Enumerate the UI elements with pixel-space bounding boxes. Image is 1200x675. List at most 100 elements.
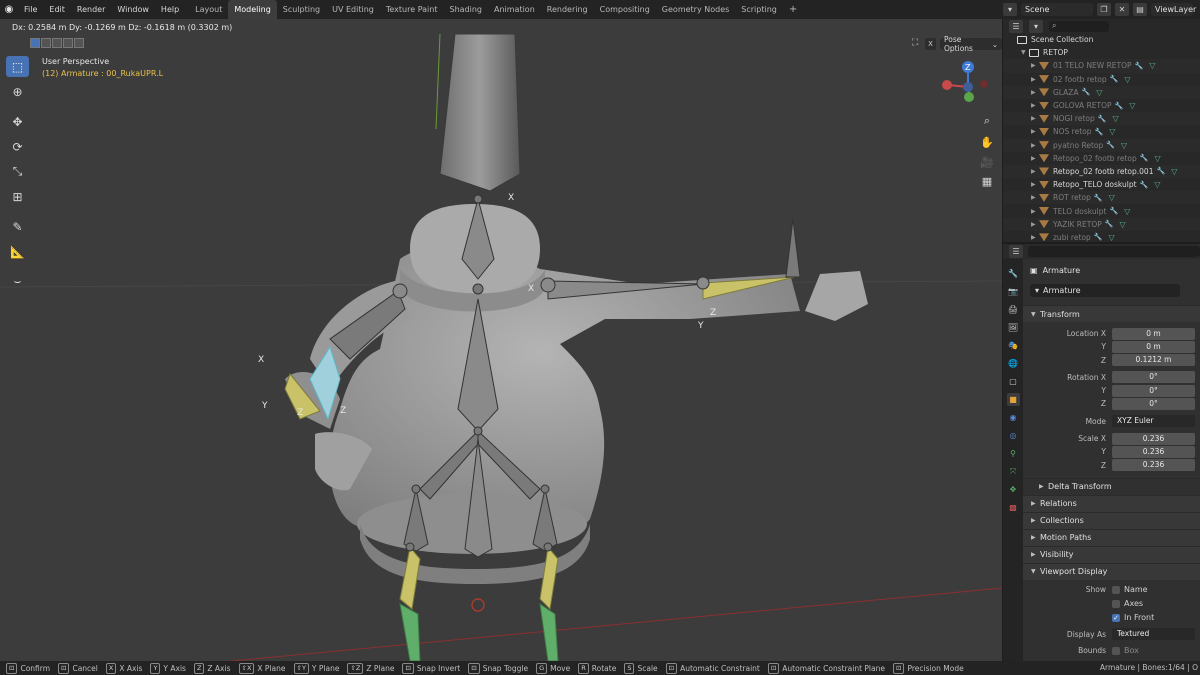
scale-y-field[interactable]: 0.236 [1112, 445, 1195, 458]
scene-tab-icon[interactable]: 🎭 [1007, 339, 1020, 352]
expand-arrow-icon[interactable]: ▶ [1031, 194, 1039, 201]
bounds-type-value[interactable]: Box [1124, 646, 1139, 655]
retop-collection-row[interactable]: ▼ RETOP [1003, 46, 1200, 59]
outliner-item[interactable]: ▶ NOS retop 🔧 ▽ [1003, 125, 1200, 138]
collection-tab-icon[interactable]: ▢ [1007, 375, 1020, 388]
display-mode-icon[interactable]: ▾ [1029, 19, 1043, 33]
select-mode-extend[interactable] [41, 38, 51, 48]
outliner-item[interactable]: ▶ GLAZA 🔧 ▽ [1003, 85, 1200, 99]
transform-panel-header[interactable]: ▼ Transform [1023, 305, 1200, 322]
rotation-mode-select[interactable]: XYZ Euler [1112, 415, 1195, 428]
outliner-item[interactable]: ▶ YAZIK RETOP 🔧 ▽ [1003, 217, 1200, 231]
scale-z-field[interactable]: 0.236 [1112, 459, 1195, 472]
navigation-gizmo[interactable]: Z [938, 57, 998, 117]
add-workspace-button[interactable]: + [783, 4, 803, 15]
outliner-search-input[interactable]: ⌕ [1049, 20, 1109, 32]
tab-geometry-nodes[interactable]: Geometry Nodes [656, 0, 735, 19]
view-layer-field[interactable]: ViewLayer [1151, 3, 1196, 16]
scene-name-field[interactable]: Scene [1021, 3, 1093, 16]
location-y-field[interactable]: 0 m [1112, 340, 1195, 353]
view-layer-tab-icon[interactable]: 🖼 [1007, 321, 1020, 334]
outliner-item[interactable]: ▶ NOGI retop 🔧 ▽ [1003, 112, 1200, 126]
expand-arrow-icon[interactable]: ▶ [1031, 142, 1039, 149]
object-name-field[interactable]: ▾ Armature [1030, 283, 1180, 297]
expand-arrow-icon[interactable]: ▶ [1031, 181, 1039, 188]
relations-header[interactable]: ▶ Relations [1023, 494, 1200, 512]
modifier-tab-icon[interactable]: ◉ [1007, 411, 1020, 424]
tab-texture-paint[interactable]: Texture Paint [380, 0, 444, 19]
scale-tool-icon[interactable]: ⤡ [6, 161, 29, 182]
bone-tab-icon[interactable]: ✥ [1007, 483, 1020, 496]
outliner-item[interactable]: ▶ 01 TELO NEW RETOP 🔧 ▽ [1003, 59, 1200, 73]
menu-render[interactable]: Render [71, 0, 111, 19]
rotate-tool-icon[interactable]: ⟳ [6, 136, 29, 157]
show-name-checkbox[interactable] [1112, 585, 1120, 594]
tab-uv-editing[interactable]: UV Editing [326, 0, 380, 19]
scale-x-field[interactable]: 0.236 [1112, 432, 1195, 445]
select-mode-invert[interactable] [63, 38, 73, 48]
viewport-scene[interactable]: X X X Y Z Z Y Z [0, 19, 1002, 661]
rotation-y-field[interactable]: 0° [1112, 384, 1195, 397]
select-mode-intersect[interactable] [74, 38, 84, 48]
rotation-x-field[interactable]: 0° [1112, 371, 1195, 384]
outliner-item[interactable]: ▶ Retopo_02 footb retop 🔧 ▽ [1003, 152, 1200, 165]
view-layer-icon[interactable]: ▤ [1133, 3, 1147, 16]
annotate-tool-icon[interactable]: ✎ [6, 216, 29, 237]
tab-scripting[interactable]: Scripting [735, 0, 783, 19]
tab-shading[interactable]: Shading [443, 0, 488, 19]
menu-help[interactable]: Help [155, 0, 185, 19]
measure-tool-icon[interactable]: 📐 [6, 241, 29, 262]
tab-animation[interactable]: Animation [488, 0, 541, 19]
outliner-item[interactable]: ▶ 02 footb retop 🔧 ▽ [1003, 73, 1200, 86]
cursor-tool-icon[interactable]: ⊕ [6, 81, 29, 102]
object-tab-icon[interactable]: ■ [1006, 393, 1020, 406]
pan-hand-icon[interactable]: ✋ [977, 132, 997, 152]
viewport-display-header[interactable]: ▼ Viewport Display [1023, 562, 1200, 580]
location-x-field[interactable]: 0 m [1112, 327, 1195, 340]
delta-transform-header[interactable]: ▶ Delta Transform [1023, 477, 1200, 495]
visibility-header[interactable]: ▶ Visibility [1023, 545, 1200, 563]
world-tab-icon[interactable]: 🌐 [1007, 357, 1020, 370]
menu-edit[interactable]: Edit [43, 0, 71, 19]
output-tab-icon[interactable]: 🖨 [1007, 303, 1020, 316]
expand-arrow-icon[interactable]: ▶ [1031, 234, 1039, 241]
outliner-item[interactable]: ▶ ROT retop 🔧 ▽ [1003, 191, 1200, 205]
outliner-item[interactable]: ▶ pyatno Retop 🔧 ▽ [1003, 138, 1200, 152]
physics-tab-icon[interactable]: ◎ [1007, 429, 1020, 442]
location-z-field[interactable]: 0.1212 m [1112, 354, 1195, 367]
transform-tool-icon[interactable]: ⊞ [6, 186, 29, 207]
expand-arrow-icon[interactable]: ▶ [1031, 76, 1039, 83]
scene-collection-row[interactable]: Scene Collection [1003, 33, 1200, 46]
expand-arrow-icon[interactable]: ▶ [1031, 208, 1039, 215]
expand-arrow-icon[interactable]: ▶ [1031, 62, 1039, 69]
collections-header[interactable]: ▶ Collections [1023, 511, 1200, 529]
tool-settings-icon[interactable]: ⛶ [912, 38, 918, 48]
outliner-item[interactable]: ▶ TELO doskulpt 🔧 ▽ [1003, 204, 1200, 217]
select-mode-subtract[interactable] [52, 38, 62, 48]
editor-type-icon[interactable]: ☰ [1009, 245, 1023, 258]
tab-layout[interactable]: Layout [189, 0, 228, 19]
outliner-item[interactable]: ▶ Retopo_TELO doskulpt 🔧 ▽ [1003, 178, 1200, 191]
pose-options-dropdown[interactable]: Pose Options ⌄ [940, 35, 1002, 53]
outliner-item[interactable]: ▶ Retopo_02 footb retop.001 🔧 ▽ [1003, 164, 1200, 179]
bounds-checkbox[interactable] [1112, 646, 1120, 655]
display-as-select[interactable]: Textured [1112, 628, 1195, 641]
tab-sculpting[interactable]: Sculpting [277, 0, 326, 19]
select-box-tool-icon[interactable]: ⬚ [6, 56, 29, 77]
tool-tab-icon[interactable]: 🔧 [1007, 267, 1020, 280]
show-axes-checkbox[interactable] [1112, 599, 1120, 608]
ortho-grid-icon[interactable]: ▦ [977, 171, 997, 191]
expand-arrow-icon[interactable]: ▶ [1031, 221, 1039, 228]
tab-modeling[interactable]: Modeling [228, 0, 277, 19]
expand-arrow-icon[interactable]: ▶ [1031, 102, 1039, 109]
menu-file[interactable]: File [18, 0, 43, 19]
rotation-z-field[interactable]: 0° [1112, 397, 1195, 410]
constraint-tab-icon[interactable]: ⚲ [1007, 447, 1020, 460]
in-front-checkbox[interactable]: ✓ [1112, 613, 1120, 622]
expand-arrow-icon[interactable]: ▶ [1031, 128, 1039, 135]
tab-rendering[interactable]: Rendering [541, 0, 594, 19]
outliner-item[interactable]: ▶ GOLOVA RETOP 🔧 ▽ [1003, 99, 1200, 112]
motion-paths-header[interactable]: ▶ Motion Paths [1023, 528, 1200, 546]
editor-type-icon[interactable]: ☰ [1009, 19, 1023, 33]
properties-search-input[interactable] [1028, 246, 1200, 257]
